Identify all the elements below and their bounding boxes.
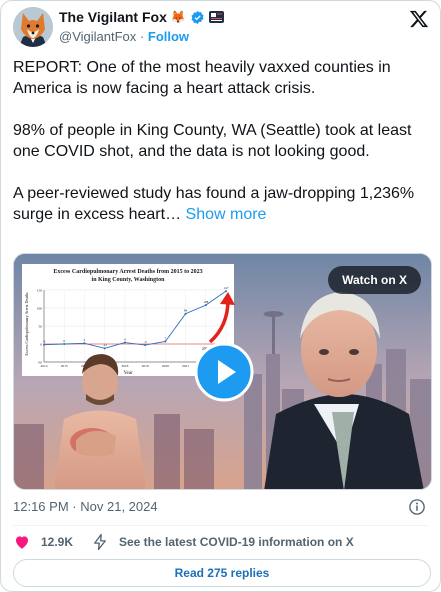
divider (13, 525, 428, 526)
fox-emoji-badge: 🦊 (170, 10, 186, 24)
fox-avatar-icon (13, 7, 53, 47)
chart-data-label: -3 (144, 340, 147, 344)
video-media[interactable]: Excess Cardiopulmonary Arrest Deaths fro… (13, 253, 432, 490)
chart-data-label: 108 (203, 300, 208, 304)
lightning-icon (94, 533, 106, 551)
chart-ytick-label: 100 (37, 307, 43, 311)
like-count: 12.9K (41, 535, 74, 549)
chart-title-line-2: in King County, Washington (92, 277, 166, 283)
tweet-card: The Vigilant Fox 🦊 @VigilantFox · Follow… (0, 0, 441, 592)
display-name[interactable]: The Vigilant Fox (59, 9, 167, 25)
covid-info-link[interactable]: See the latest COVID-19 information on X (91, 533, 354, 551)
tweet-actions: 12.9K See the latest COVID-19 informatio… (13, 531, 431, 553)
like-button[interactable]: 12.9K (13, 533, 83, 551)
chart-ytick-label: 50 (39, 325, 43, 329)
chart-ylabel: Excess Cardiopulmonary Arrest Deaths (24, 292, 29, 356)
chart-point (83, 342, 86, 345)
follow-button[interactable]: Follow (148, 29, 189, 44)
chart-xtick-label: 2021 (182, 364, 189, 368)
chart-data-label: -2 (43, 340, 46, 344)
tweet-text: REPORT: One of the most heavily vaxxed c… (13, 57, 433, 225)
read-replies-button[interactable]: Read 275 replies (13, 559, 431, 587)
affiliate-flag-badge-icon[interactable] (208, 11, 224, 23)
avatar[interactable] (13, 7, 53, 47)
chart-point (225, 290, 227, 293)
chart-data-label: -12 (102, 343, 107, 347)
chart-xlabel: Year (123, 371, 133, 376)
chart-point (184, 312, 187, 315)
verified-badge-icon[interactable] (190, 10, 205, 25)
heart-icon (16, 536, 28, 549)
info-icon[interactable] (408, 498, 426, 516)
chart-point (144, 344, 147, 347)
tweet-date: Nov 21, 2024 (80, 499, 158, 514)
chart-point (63, 343, 66, 345)
covid-info-label: See the latest COVID-19 information on X (119, 535, 354, 549)
author-names: The Vigilant Fox 🦊 @VigilantFox · Follow (59, 8, 224, 46)
chart-title-line-1: Excess Cardiopulmonary Arrest Deaths fro… (53, 269, 202, 275)
play-icon[interactable] (194, 342, 254, 402)
chart-point (103, 347, 106, 350)
chart-data-label: 84 (184, 309, 188, 313)
chart-point (123, 341, 126, 344)
chart-point (43, 343, 45, 346)
tweet-header: The Vigilant Fox 🦊 @VigilantFox · Follow (13, 7, 431, 47)
handle-separator: · (139, 29, 145, 44)
chart-data-label: 147 (224, 286, 229, 290)
watch-on-x-button[interactable]: Watch on X (328, 266, 421, 294)
x-logo-icon[interactable] (409, 9, 429, 29)
chart-point (164, 340, 167, 343)
handle-row: @VigilantFox · Follow (59, 29, 224, 46)
show-more-link[interactable]: Show more (186, 206, 267, 223)
tweet-time: 12:16 PM (13, 499, 69, 514)
handle[interactable]: @VigilantFox (59, 29, 136, 44)
chart-xtick-label: 2018 (121, 364, 128, 368)
tweet-paragraph-1: REPORT: One of the most heavily vaxxed c… (13, 59, 391, 97)
chart-ytick-label: 150 (37, 289, 43, 293)
tweet-timestamp[interactable]: 12:16 PM · Nov 21, 2024 (13, 499, 158, 515)
timestamp-separator: · (72, 499, 77, 514)
chart-xtick-label: 2014 (41, 364, 48, 368)
chart-xtick-label: 2015 (61, 364, 68, 368)
chart-xtick-label: 2019 (142, 364, 149, 368)
chart-point (204, 304, 207, 307)
chart-xtick-label: 2020 (162, 364, 169, 368)
tweet-paragraph-2: 98% of people in King County, WA (Seattl… (13, 122, 412, 160)
tweet-paragraph-3: A peer-reviewed study has found a jaw-dr… (13, 183, 433, 225)
